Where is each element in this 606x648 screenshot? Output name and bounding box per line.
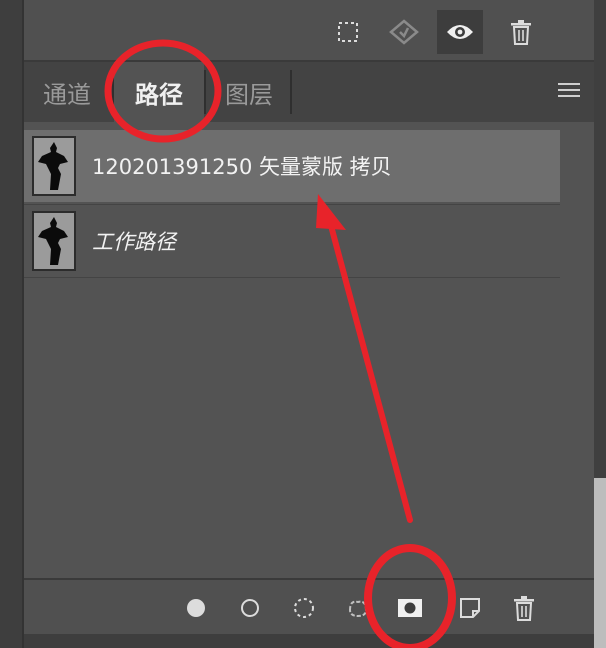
top-toolbar	[24, 0, 594, 62]
delete-path-button[interactable]	[508, 592, 540, 624]
new-path-icon	[460, 598, 480, 618]
apply-mask-button[interactable]	[381, 10, 427, 54]
panel-tab-bar: 通道 路径 图层	[24, 62, 594, 122]
load-as-selection-button[interactable]	[288, 592, 320, 624]
selection-button[interactable]	[325, 10, 371, 54]
tab-divider	[204, 70, 206, 114]
new-path-button[interactable]	[454, 592, 486, 624]
tab-paths[interactable]: 路径	[114, 62, 204, 122]
add-mask-icon	[398, 599, 422, 617]
eye-icon	[447, 25, 473, 39]
path-name: 工作路径	[92, 230, 176, 254]
tab-channels[interactable]: 通道	[24, 62, 110, 122]
tab-paths-label: 路径	[135, 80, 183, 109]
left-panel-edge	[0, 0, 24, 648]
make-work-path-icon	[348, 600, 368, 618]
tab-divider	[290, 70, 292, 114]
canvas-edge	[594, 478, 606, 648]
path-name: 120201391250 矢量蒙版 拷贝	[92, 155, 392, 179]
path-row[interactable]: 120201391250 矢量蒙版 拷贝	[24, 130, 560, 202]
visibility-button[interactable]	[437, 10, 483, 54]
load-as-selection-icon	[294, 598, 314, 618]
add-mask-button[interactable]	[394, 592, 426, 624]
path-row[interactable]: 工作路径	[24, 204, 560, 278]
path-thumbnail	[32, 211, 76, 271]
panel-menu-icon[interactable]	[558, 82, 580, 98]
paths-bottom-toolbar	[24, 578, 594, 636]
path-shape-icon	[38, 217, 68, 265]
trash-icon	[511, 20, 531, 45]
selection-icon	[338, 22, 358, 42]
fill-path-icon	[187, 599, 205, 617]
path-thumbnail	[32, 136, 76, 196]
tab-layers[interactable]: 图层	[208, 62, 290, 122]
trash-icon	[514, 596, 534, 621]
right-panel-edge	[594, 0, 606, 648]
tab-channels-label: 通道	[43, 80, 91, 109]
make-work-path-button[interactable]	[342, 592, 374, 624]
path-shape-icon	[38, 142, 68, 190]
panel-bottom-edge	[24, 634, 594, 648]
paths-list: 120201391250 矢量蒙版 拷贝 工作路径	[24, 122, 594, 578]
stroke-path-button[interactable]	[234, 592, 266, 624]
apply-mask-icon	[389, 19, 419, 45]
stroke-path-icon	[241, 599, 259, 617]
delete-mask-button[interactable]	[498, 10, 544, 54]
tab-layers-label: 图层	[225, 80, 273, 109]
fill-path-button[interactable]	[180, 592, 212, 624]
